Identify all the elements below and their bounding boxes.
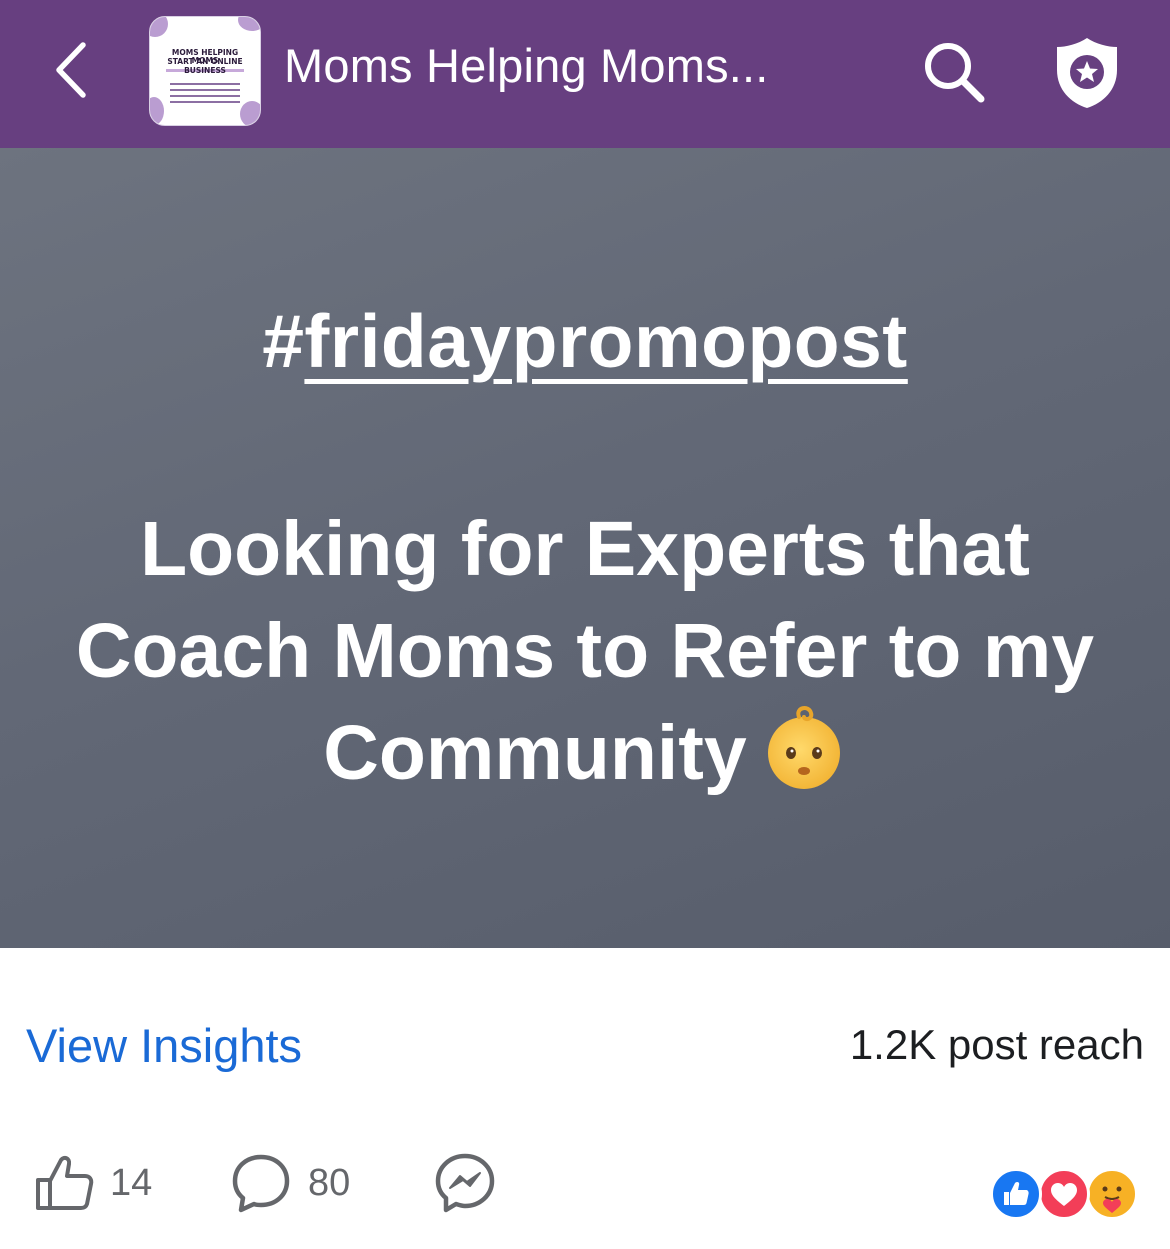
hashtag-link[interactable]: #fridaypromopost: [0, 298, 1170, 384]
thumbnail-flower-decoration: [150, 97, 164, 125]
care-face-glyph: [1102, 1186, 1122, 1213]
hashtag-text: fridaypromopost: [304, 299, 908, 383]
thumbnail-flower-decoration: [150, 17, 168, 37]
comment-bubble-icon: [232, 1154, 290, 1213]
like-reaction-icon: [990, 1168, 1042, 1220]
comment-button[interactable]: 80: [230, 1150, 350, 1216]
post-body: Looking for Experts that Coach Moms to R…: [75, 506, 1095, 796]
thumbnail-fine-print: [170, 83, 240, 85]
love-reaction-icon: [1038, 1168, 1090, 1220]
messenger-share-button[interactable]: [434, 1150, 496, 1216]
care-reaction-icon: [1086, 1168, 1138, 1220]
messenger-icon: [435, 1153, 495, 1213]
baby-face-emoji-icon: [767, 706, 840, 789]
thumbnail-text-line2: START AN ONLINE: [167, 57, 243, 66]
chevron-left-icon: [56, 42, 86, 98]
post-reach-text: 1.2K post reach: [849, 1021, 1144, 1068]
group-title[interactable]: Moms Helping Moms...: [284, 38, 769, 93]
search-button[interactable]: [918, 36, 990, 108]
thumbnail-text-line3: BUSINESS: [184, 66, 226, 75]
thumbnail-fine-print: [170, 89, 240, 91]
thumbnail-fine-print: [170, 101, 240, 103]
like-count: 14: [110, 1161, 153, 1204]
thumbnail-flower-decoration: [240, 101, 260, 125]
post-text-background: #fridaypromopost Looking for Experts tha…: [0, 148, 1170, 948]
shield-star-icon: [1057, 38, 1117, 108]
back-button[interactable]: [40, 34, 100, 106]
admin-tools-button[interactable]: [1050, 36, 1124, 110]
hashtag-prefix: #: [262, 299, 305, 383]
group-avatar[interactable]: MOMS HELPING MOMS START AN ONLINE BUSINE…: [149, 16, 261, 126]
post-body-text: Looking for Experts that Coach Moms to R…: [40, 498, 1130, 804]
reaction-summary[interactable]: [990, 1168, 1138, 1220]
thumbnail-flower-decoration: [238, 17, 260, 31]
like-reaction-glyph: [1004, 1181, 1029, 1205]
like-button[interactable]: 14: [34, 1150, 152, 1216]
comment-count: 80: [308, 1161, 351, 1204]
thumbs-up-icon: [36, 1155, 94, 1210]
heart-glyph: [1051, 1183, 1077, 1206]
thumbnail-fine-print: [170, 95, 240, 97]
search-icon: [925, 43, 985, 103]
view-insights-link[interactable]: View Insights: [26, 1018, 302, 1073]
group-header: MOMS HELPING MOMS START AN ONLINE BUSINE…: [0, 0, 1170, 148]
